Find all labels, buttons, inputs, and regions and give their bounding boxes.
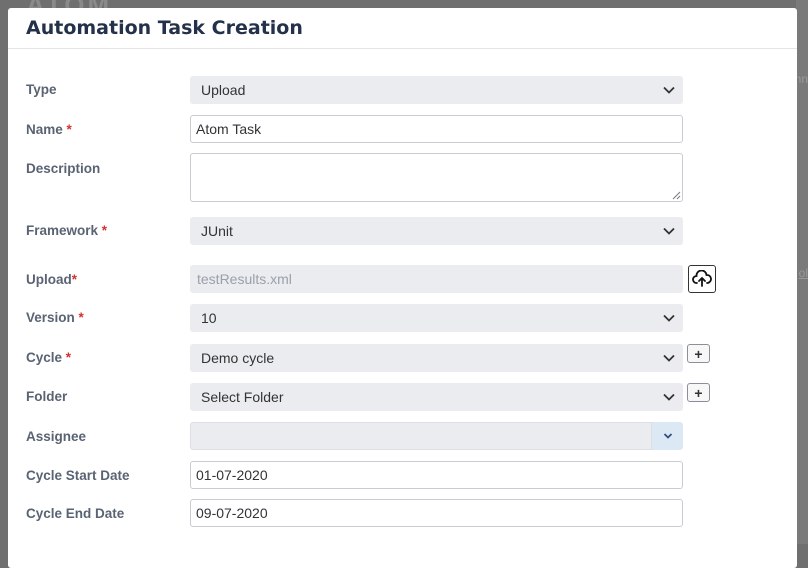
modal-header: Automation Task Creation	[8, 8, 797, 49]
upload-button[interactable]	[688, 265, 716, 293]
description-textarea[interactable]	[190, 153, 683, 202]
cloud-upload-icon	[692, 270, 712, 287]
automation-task-modal: Automation Task Creation Type Upload Nam…	[8, 8, 797, 568]
chevron-down-icon	[663, 354, 675, 362]
modal-title: Automation Task Creation	[26, 17, 303, 39]
folder-label: Folder	[26, 389, 68, 404]
upload-file-placeholder: testResults.xml	[197, 271, 292, 287]
chevron-down-icon	[663, 227, 675, 235]
cycle-end-date-input[interactable]: 09-07-2020	[190, 499, 683, 527]
chevron-down-icon	[663, 393, 675, 401]
folder-select[interactable]: Select Folder	[190, 383, 683, 411]
cycle-start-date-input[interactable]: 01-07-2020	[190, 461, 683, 489]
add-cycle-button[interactable]: +	[687, 344, 710, 363]
assignee-input[interactable]	[190, 422, 652, 450]
chevron-down-icon	[663, 314, 675, 322]
upload-file-input[interactable]: testResults.xml	[190, 265, 683, 293]
name-label: Name *	[26, 122, 72, 137]
cycle-label: Cycle *	[26, 350, 72, 365]
resize-handle-icon[interactable]	[672, 191, 681, 200]
framework-label: Framework *	[26, 223, 108, 238]
assignee-dropdown-toggle[interactable]	[652, 422, 683, 450]
framework-select-value: JUnit	[201, 223, 233, 239]
backdrop-link-fragment: ol	[798, 266, 808, 280]
type-select-value: Upload	[201, 82, 246, 98]
required-marker: *	[101, 223, 108, 238]
name-input-value: Atom Task	[196, 121, 262, 137]
cycle-start-date-label: Cycle Start Date	[26, 468, 130, 483]
version-select[interactable]: 10	[190, 304, 683, 332]
chevron-down-icon	[663, 433, 672, 439]
chevron-down-icon	[663, 86, 675, 94]
name-input[interactable]: Atom Task	[190, 115, 683, 143]
required-marker: *	[66, 122, 72, 137]
folder-select-value: Select Folder	[201, 389, 284, 405]
type-select[interactable]: Upload	[190, 76, 683, 104]
required-marker: *	[65, 350, 72, 365]
cycle-start-date-value: 01-07-2020	[196, 467, 268, 483]
required-marker: *	[78, 310, 84, 325]
upload-label: Upload*	[26, 272, 78, 287]
add-folder-button[interactable]: +	[687, 383, 710, 402]
cycle-end-date-value: 09-07-2020	[196, 505, 268, 521]
version-label: Version *	[26, 310, 84, 325]
description-label: Description	[26, 161, 101, 176]
type-label: Type	[26, 82, 57, 97]
required-marker: *	[71, 272, 78, 287]
assignee-label: Assignee	[26, 429, 87, 444]
cycle-end-date-label: Cycle End Date	[26, 506, 125, 521]
framework-select[interactable]: JUnit	[190, 217, 683, 245]
version-select-value: 10	[201, 310, 217, 326]
cycle-select-value: Demo cycle	[201, 350, 275, 366]
cycle-select[interactable]: Demo cycle	[190, 344, 683, 372]
